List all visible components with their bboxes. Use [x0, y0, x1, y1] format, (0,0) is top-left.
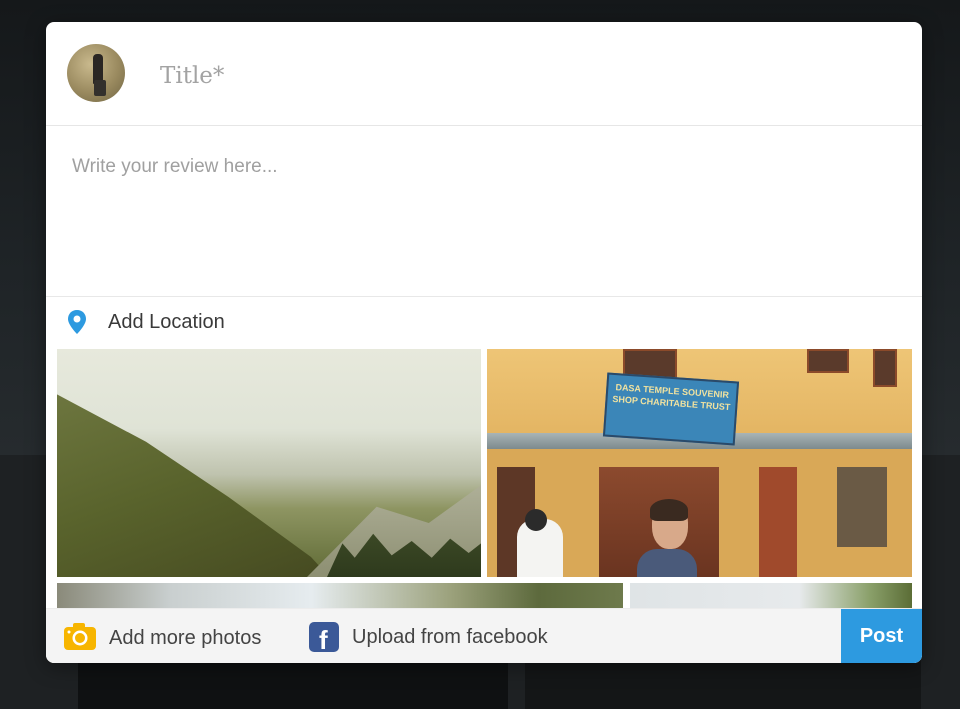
photo-window [873, 349, 897, 387]
add-location-row[interactable]: Add Location [46, 297, 922, 347]
add-location-label: Add Location [108, 311, 225, 333]
camera-icon[interactable] [63, 621, 97, 651]
photo-door [837, 467, 887, 547]
review-post-modal: Add Location DASA TEMPLE SOUVENIR SHOP C… [46, 22, 922, 663]
avatar [67, 44, 125, 102]
photo-door [759, 467, 797, 577]
photo-thumbnail-hillside[interactable] [57, 583, 623, 609]
photo-grid: DASA TEMPLE SOUVENIR SHOP CHARITABLE TRU… [57, 349, 912, 609]
add-more-photos-button[interactable]: Add more photos [109, 627, 261, 650]
upload-from-facebook-button[interactable]: Upload from facebook [352, 626, 548, 649]
review-area [46, 126, 922, 297]
title-input[interactable] [158, 58, 762, 94]
modal-footer: Add more photos f Upload from facebook P… [46, 608, 922, 663]
shop-sign-text: DASA TEMPLE SOUVENIR SHOP CHARITABLE TRU… [612, 382, 731, 413]
photo-person-head [525, 509, 547, 531]
photo-thumbnail-shop[interactable]: DASA TEMPLE SOUVENIR SHOP CHARITABLE TRU… [487, 349, 912, 577]
review-input[interactable] [70, 154, 894, 288]
facebook-icon[interactable]: f [309, 622, 339, 652]
photo-hill [57, 389, 377, 577]
post-button[interactable]: Post [841, 609, 922, 663]
photo-thumbnail-trees[interactable] [630, 583, 912, 609]
photo-thumbnail-mountain[interactable] [57, 349, 481, 577]
modal-header [46, 22, 922, 126]
photo-shop-sign: DASA TEMPLE SOUVENIR SHOP CHARITABLE TRU… [602, 372, 740, 446]
map-pin-icon [68, 310, 86, 334]
photo-window [807, 349, 849, 373]
photo-person-hair [650, 499, 688, 521]
avatar-bag [94, 80, 106, 96]
photo-person [637, 549, 697, 577]
